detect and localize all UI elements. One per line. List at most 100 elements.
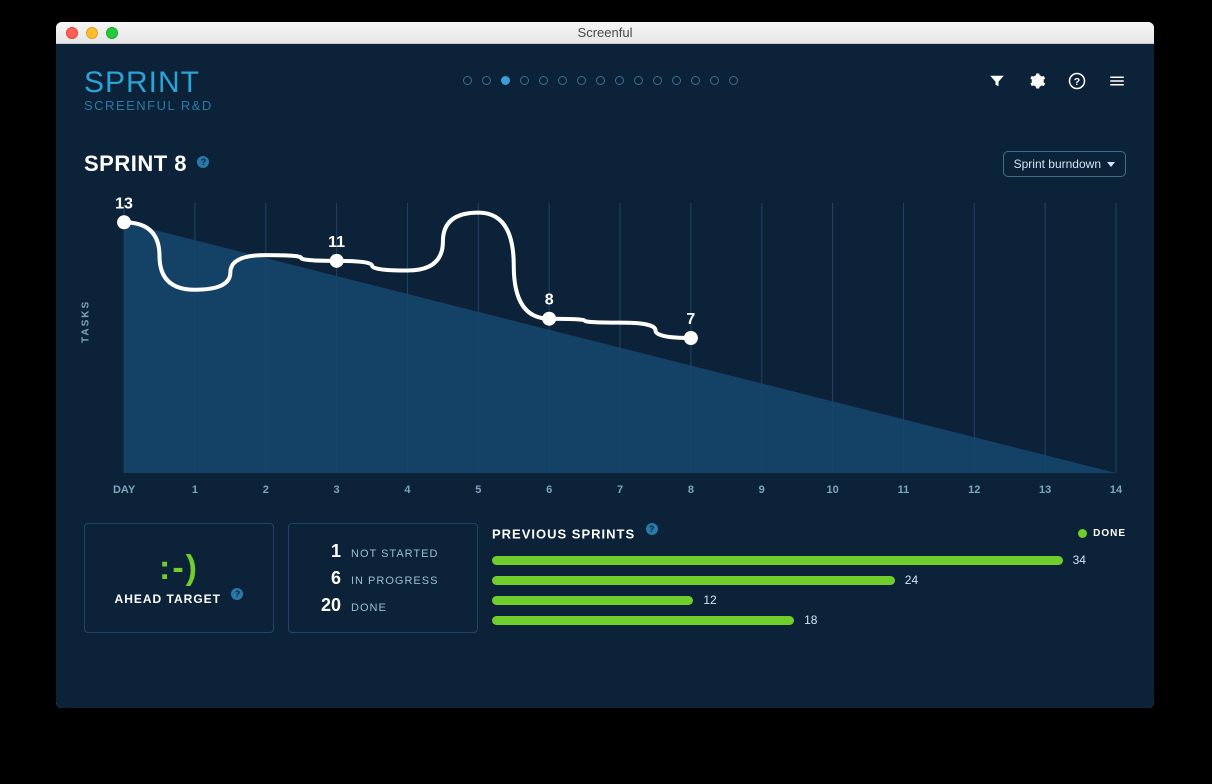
pager-dot[interactable] bbox=[729, 76, 738, 85]
previous-title-wrap: PREVIOUS SPRINTS ? bbox=[492, 523, 658, 543]
brand-subtitle: SCREENFUL R&D bbox=[84, 98, 213, 113]
svg-text:DAY: DAY bbox=[113, 484, 136, 496]
pager-dot[interactable] bbox=[615, 76, 624, 85]
content: SPRINT 8 ? Sprint burndown TASKS DAY1234… bbox=[84, 113, 1126, 688]
chart-canvas: DAY1234567891011121314131187 bbox=[84, 183, 1126, 503]
window-controls bbox=[56, 27, 118, 39]
count-label: DONE bbox=[351, 602, 387, 614]
brand: SPRINT SCREENFUL R&D bbox=[84, 66, 213, 113]
chart-type-select[interactable]: Sprint burndown bbox=[1003, 151, 1126, 177]
titlebar: Screenful bbox=[56, 22, 1154, 44]
previous-bar-value: 12 bbox=[703, 593, 716, 607]
count-label: NOT STARTED bbox=[351, 548, 438, 560]
page-indicator bbox=[213, 66, 988, 85]
previous-bar bbox=[492, 596, 693, 605]
svg-text:8: 8 bbox=[545, 292, 554, 309]
legend-label: DONE bbox=[1093, 528, 1126, 539]
topbar: SPRINT SCREENFUL R&D ? bbox=[84, 66, 1126, 113]
help-badge-icon[interactable]: ? bbox=[231, 588, 243, 600]
svg-text:6: 6 bbox=[546, 484, 552, 496]
window-title: Screenful bbox=[56, 25, 1154, 40]
svg-text:7: 7 bbox=[617, 484, 623, 496]
count-value: 20 bbox=[307, 595, 341, 616]
svg-text:4: 4 bbox=[404, 484, 411, 496]
pager-dot[interactable] bbox=[653, 76, 662, 85]
status-text-wrap: AHEAD TARGET ? bbox=[103, 588, 255, 608]
svg-text:11: 11 bbox=[898, 484, 910, 496]
previous-bar-row: 12 bbox=[492, 593, 1126, 607]
app-window: Screenful SPRINT SCREENFUL R&D ? SPRINT … bbox=[56, 22, 1154, 708]
chart-type-label: Sprint burndown bbox=[1014, 157, 1101, 171]
previous-bar-value: 34 bbox=[1073, 553, 1086, 567]
pager-dot[interactable] bbox=[558, 76, 567, 85]
svg-text:13: 13 bbox=[115, 195, 133, 212]
count-row: 20 DONE bbox=[307, 595, 459, 616]
previous-bar bbox=[492, 576, 895, 585]
svg-text:1: 1 bbox=[192, 484, 198, 496]
pager-dot[interactable] bbox=[501, 76, 510, 85]
dashboard: SPRINT SCREENFUL R&D ? SPRINT 8 ? Sprint… bbox=[56, 44, 1154, 708]
previous-bar-row: 24 bbox=[492, 573, 1126, 587]
close-window-button[interactable] bbox=[66, 27, 78, 39]
y-axis-label: TASKS bbox=[81, 300, 92, 343]
count-row: 1 NOT STARTED bbox=[307, 541, 459, 562]
previous-bar-value: 24 bbox=[905, 573, 918, 587]
count-value: 6 bbox=[307, 568, 341, 589]
pager-dot[interactable] bbox=[691, 76, 700, 85]
previous-title: PREVIOUS SPRINTS bbox=[492, 526, 635, 541]
count-row: 6 IN PROGRESS bbox=[307, 568, 459, 589]
toolbar: ? bbox=[988, 66, 1126, 90]
pager-dot[interactable] bbox=[710, 76, 719, 85]
previous-bar-value: 18 bbox=[804, 613, 817, 627]
brand-title: SPRINT bbox=[84, 66, 213, 100]
menu-icon[interactable] bbox=[1108, 72, 1126, 90]
svg-text:2: 2 bbox=[263, 484, 269, 496]
pager-dot[interactable] bbox=[634, 76, 643, 85]
filter-icon[interactable] bbox=[988, 72, 1006, 90]
chart-header: SPRINT 8 ? Sprint burndown bbox=[84, 151, 1126, 177]
svg-text:13: 13 bbox=[1039, 484, 1051, 496]
previous-bars: 34 24 12 18 bbox=[492, 553, 1126, 627]
footer: :-) AHEAD TARGET ? 1 NOT STARTED 6 IN PROGR… bbox=[84, 523, 1126, 633]
help-icon[interactable]: ? bbox=[1068, 72, 1086, 90]
previous-bar bbox=[492, 556, 1063, 565]
previous-bar-row: 18 bbox=[492, 613, 1126, 627]
legend: DONE bbox=[1078, 528, 1126, 539]
count-value: 1 bbox=[307, 541, 341, 562]
status-card: :-) AHEAD TARGET ? bbox=[84, 523, 274, 633]
pager-dot[interactable] bbox=[577, 76, 586, 85]
sprint-title: SPRINT 8 bbox=[84, 151, 187, 176]
svg-text:11: 11 bbox=[328, 234, 345, 251]
chevron-down-icon bbox=[1107, 162, 1115, 167]
pager-dot[interactable] bbox=[463, 76, 472, 85]
status-text: AHEAD TARGET bbox=[115, 592, 221, 606]
previous-bar-row: 34 bbox=[492, 553, 1126, 567]
previous-sprints: PREVIOUS SPRINTS ? DONE 34 24 12 18 bbox=[492, 523, 1126, 633]
svg-text:3: 3 bbox=[334, 484, 340, 496]
pager-dot[interactable] bbox=[596, 76, 605, 85]
minimize-window-button[interactable] bbox=[86, 27, 98, 39]
previous-bar bbox=[492, 616, 794, 625]
svg-text:?: ? bbox=[1074, 76, 1080, 88]
pager-dot[interactable] bbox=[482, 76, 491, 85]
svg-text:7: 7 bbox=[686, 311, 695, 328]
count-label: IN PROGRESS bbox=[351, 575, 438, 587]
pager-dot[interactable] bbox=[520, 76, 529, 85]
status-emoji: :-) bbox=[103, 549, 255, 588]
counts-card: 1 NOT STARTED 6 IN PROGRESS 20 DONE bbox=[288, 523, 478, 633]
sprint-title-wrap: SPRINT 8 ? bbox=[84, 151, 209, 177]
svg-text:12: 12 bbox=[968, 484, 980, 496]
gear-icon[interactable] bbox=[1028, 72, 1046, 90]
help-badge-icon[interactable]: ? bbox=[197, 156, 209, 168]
legend-dot-icon bbox=[1078, 529, 1087, 538]
svg-text:14: 14 bbox=[1110, 484, 1123, 496]
pager-dot[interactable] bbox=[539, 76, 548, 85]
pager-dot[interactable] bbox=[672, 76, 681, 85]
help-badge-icon[interactable]: ? bbox=[646, 523, 658, 535]
zoom-window-button[interactable] bbox=[106, 27, 118, 39]
previous-header: PREVIOUS SPRINTS ? DONE bbox=[492, 523, 1126, 543]
burndown-chart: TASKS DAY1234567891011121314131187 bbox=[84, 183, 1126, 503]
svg-text:8: 8 bbox=[688, 484, 694, 496]
svg-text:10: 10 bbox=[826, 484, 838, 496]
svg-text:9: 9 bbox=[759, 484, 765, 496]
